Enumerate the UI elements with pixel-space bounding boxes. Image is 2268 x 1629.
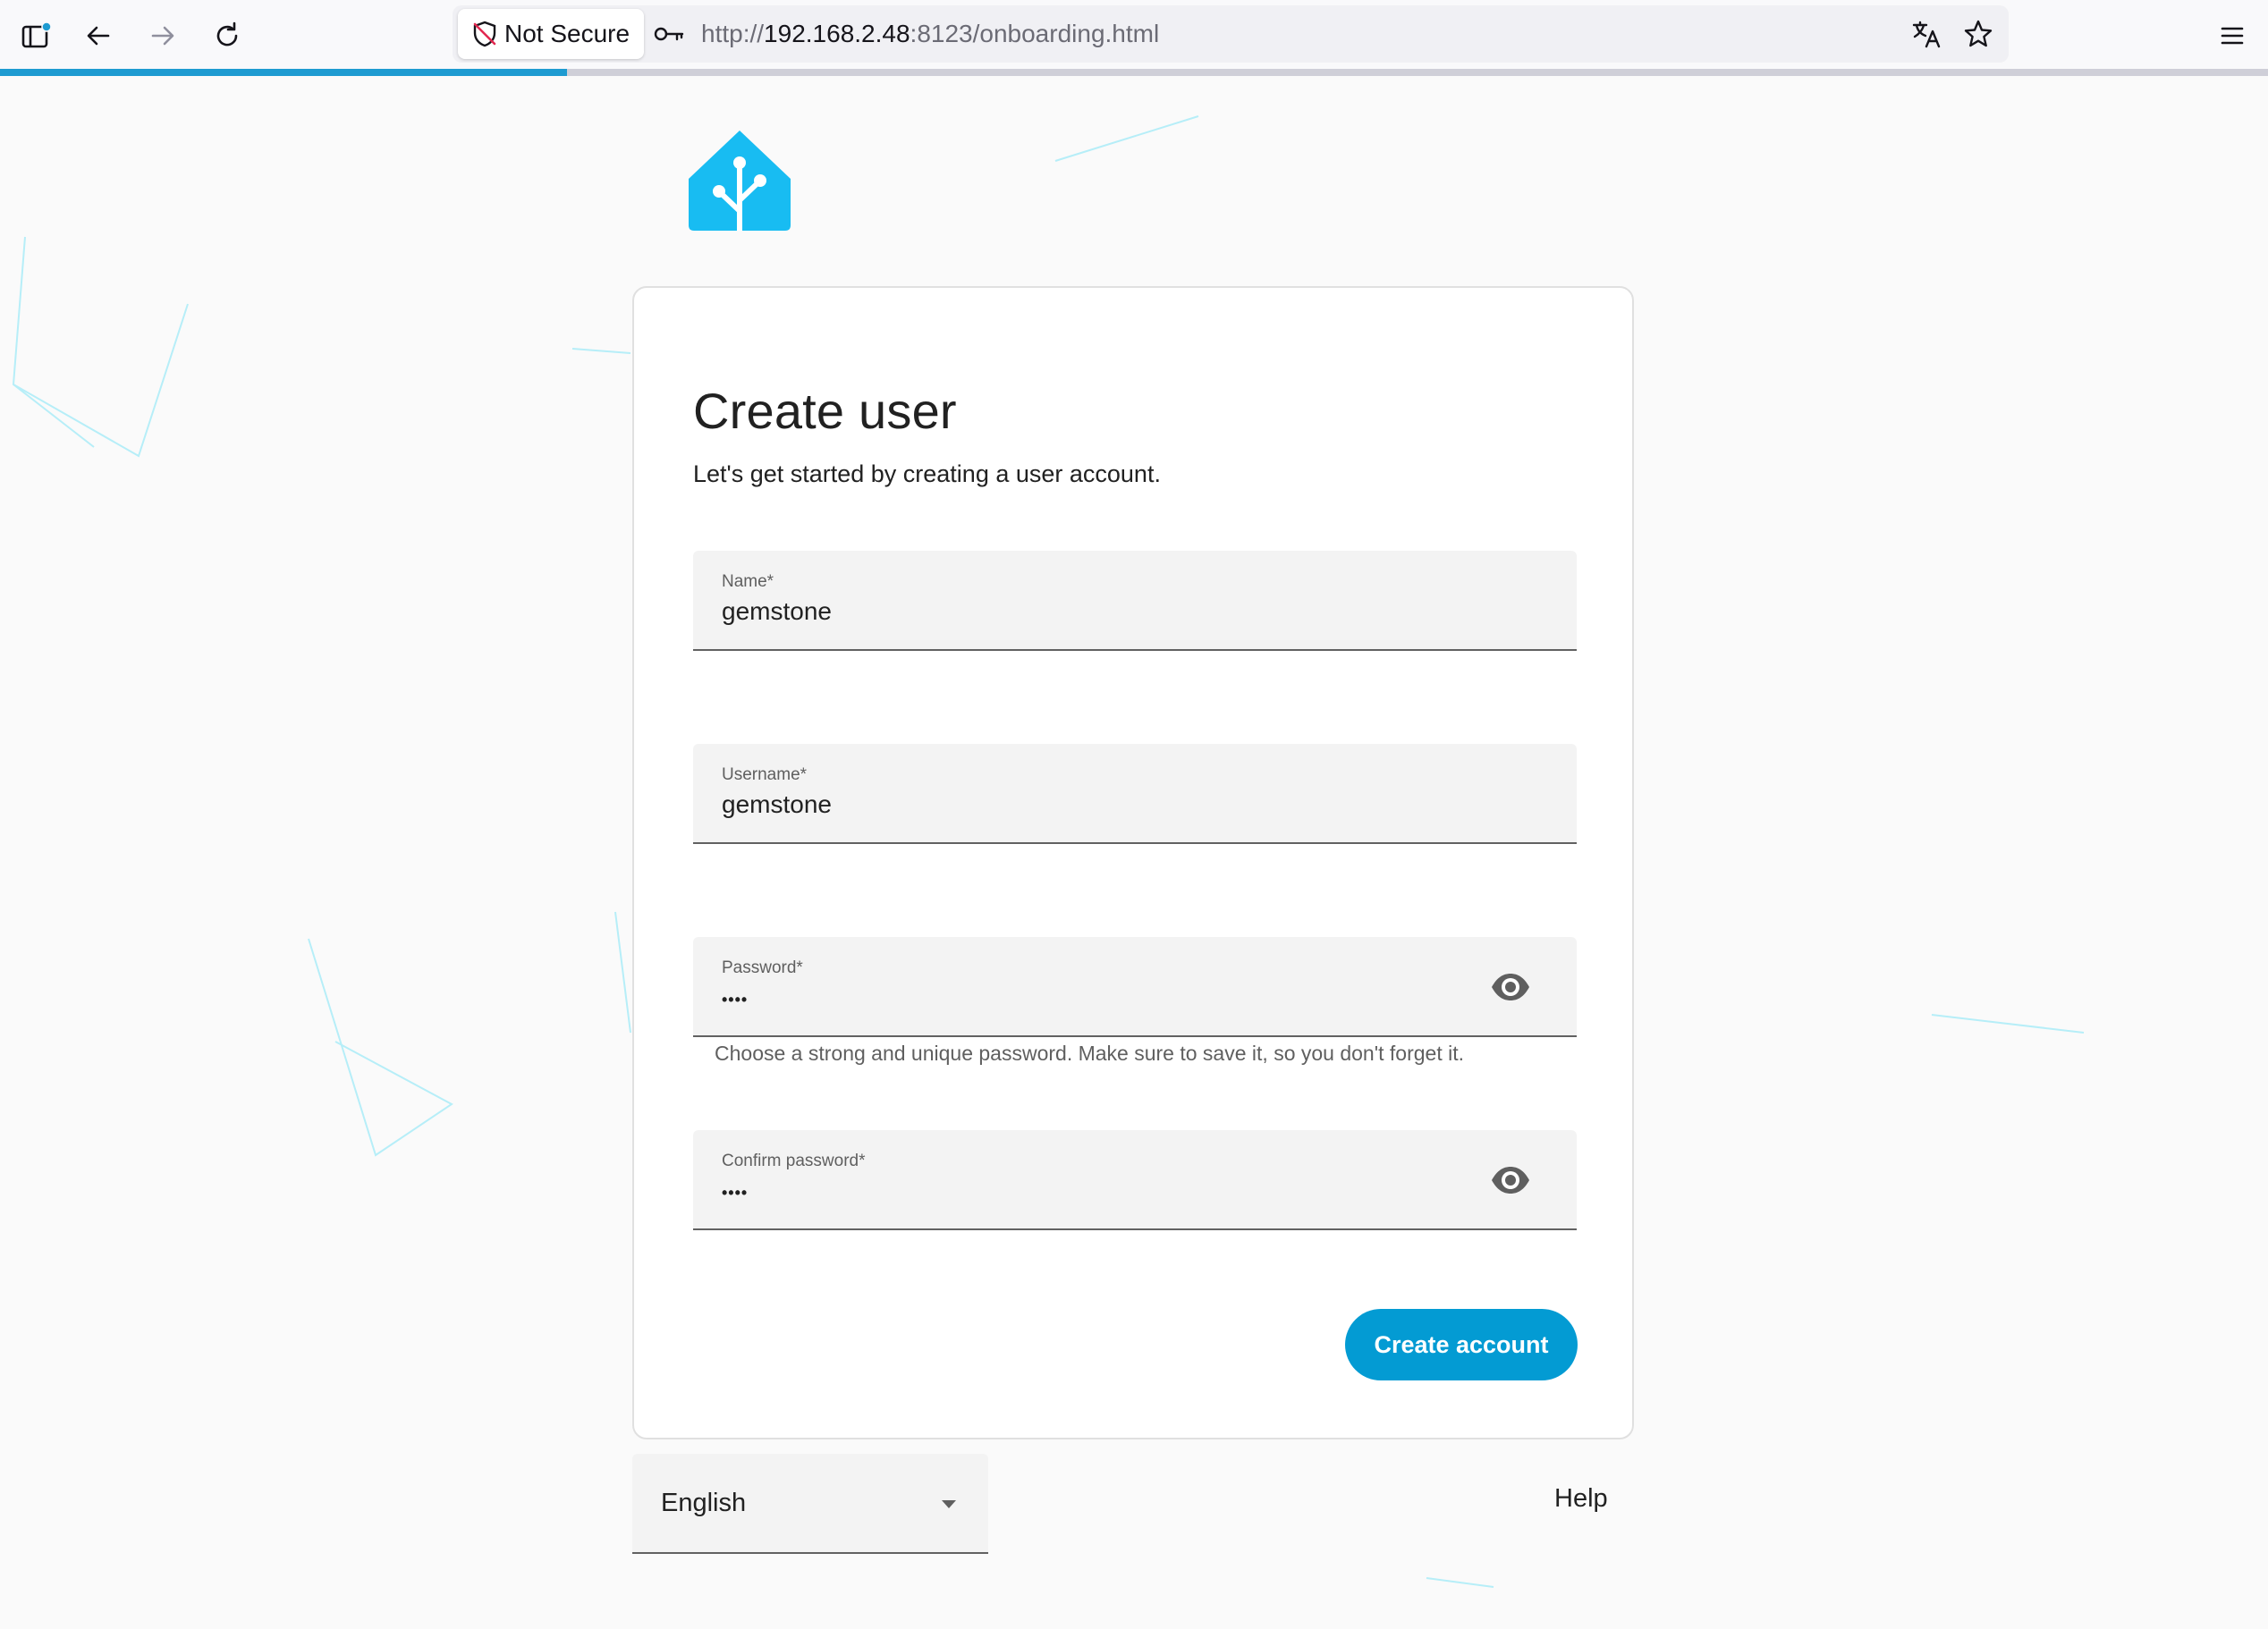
password-field[interactable]: Password* •••• bbox=[693, 937, 1577, 1037]
not-secure-shield-icon bbox=[473, 21, 496, 47]
password-input[interactable]: •••• bbox=[722, 991, 748, 1009]
confirm-password-field-label: Confirm password* bbox=[722, 1152, 866, 1170]
url-bar[interactable]: Not Secure http://192.168.2.48:8123/onbo… bbox=[453, 5, 2009, 63]
password-field-label: Password* bbox=[722, 958, 803, 977]
name-input[interactable] bbox=[722, 597, 1491, 626]
confirm-password-field[interactable]: Confirm password* •••• bbox=[693, 1130, 1577, 1230]
reload-icon bbox=[216, 21, 238, 46]
key-icon[interactable] bbox=[651, 16, 687, 52]
username-field-label: Username* bbox=[722, 765, 808, 784]
app-menu-button[interactable] bbox=[2209, 13, 2255, 59]
forward-arrow-icon bbox=[151, 26, 174, 46]
hamburger-menu-icon bbox=[2221, 27, 2244, 45]
forward-button[interactable] bbox=[140, 13, 186, 59]
help-link[interactable]: Help bbox=[1554, 1484, 1608, 1514]
security-label: Not Secure bbox=[504, 20, 630, 47]
url-path: :8123/onboarding.html bbox=[910, 20, 1160, 47]
name-field-label: Name* bbox=[722, 572, 774, 591]
sidebar-icon bbox=[21, 21, 52, 48]
url-text[interactable]: http://192.168.2.48:8123/onboarding.html bbox=[701, 5, 1159, 63]
home-assistant-logo bbox=[689, 131, 791, 231]
language-select-value: English bbox=[661, 1489, 747, 1517]
sidebar-toggle-button[interactable] bbox=[13, 13, 59, 59]
back-arrow-icon bbox=[87, 26, 110, 46]
url-scheme: http:// bbox=[701, 20, 765, 47]
name-field[interactable]: Name* bbox=[693, 551, 1577, 651]
page-title: Create user bbox=[693, 383, 957, 439]
site-security-button[interactable]: Not Secure bbox=[458, 9, 644, 59]
translate-icon[interactable] bbox=[1910, 18, 1942, 50]
password-helper-text: Choose a strong and unique password. Mak… bbox=[715, 1042, 1464, 1065]
username-input[interactable] bbox=[722, 790, 1491, 819]
star-icon[interactable] bbox=[1962, 18, 1994, 50]
page-subtitle: Let's get started by creating a user acc… bbox=[693, 460, 1161, 487]
create-account-button[interactable]: Create account bbox=[1345, 1309, 1578, 1380]
username-field[interactable]: Username* bbox=[693, 744, 1577, 844]
browser-toolbar: Not Secure http://192.168.2.48:8123/onbo… bbox=[0, 0, 2268, 76]
language-select[interactable]: English bbox=[632, 1454, 988, 1554]
eye-icon[interactable] bbox=[1489, 1159, 1532, 1202]
dropdown-arrow-icon bbox=[942, 1500, 956, 1508]
page-load-progress-fill bbox=[0, 69, 567, 76]
confirm-password-input[interactable]: •••• bbox=[722, 1184, 748, 1203]
reload-button[interactable] bbox=[204, 13, 250, 59]
eye-icon[interactable] bbox=[1489, 966, 1532, 1009]
url-host: 192.168.2.48 bbox=[764, 20, 910, 47]
create-user-card: Create user Let's get started by creatin… bbox=[632, 286, 1634, 1439]
page-load-progress bbox=[0, 69, 2268, 76]
back-button[interactable] bbox=[75, 13, 122, 59]
